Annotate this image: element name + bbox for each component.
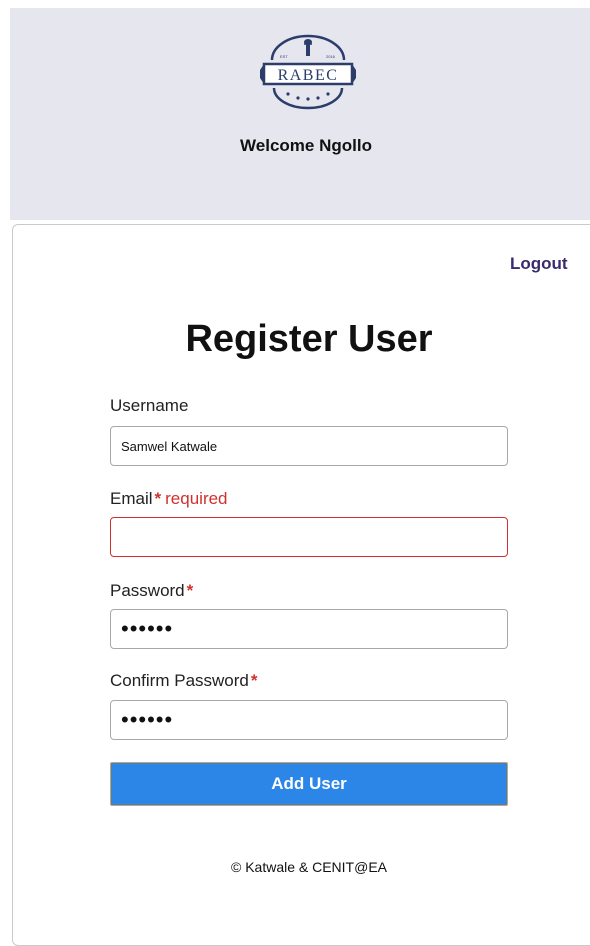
email-error-text: required	[165, 489, 228, 508]
add-user-button[interactable]: Add User	[110, 762, 508, 806]
svg-text:EST: EST	[280, 54, 288, 59]
username-input[interactable]	[110, 426, 508, 466]
footer-copyright: © Katwale & CENIT@EA	[230, 859, 388, 875]
password-input[interactable]	[110, 609, 508, 649]
svg-text:2016: 2016	[326, 54, 336, 59]
logo-text: RABEC	[278, 67, 339, 84]
confirm-password-input[interactable]	[110, 700, 508, 740]
welcome-text: Welcome Ngollo	[240, 136, 372, 155]
password-label: Password *	[110, 581, 194, 600]
confirm-password-label: Confirm Password *	[110, 671, 258, 690]
rabec-logo: EST 2016 RABEC	[260, 34, 356, 110]
logout-link[interactable]: Logout	[510, 254, 568, 274]
password-required-marker: *	[186, 581, 194, 600]
email-input[interactable]	[110, 517, 508, 557]
email-label: Email * required	[110, 489, 228, 508]
page-title: Register User	[185, 318, 433, 360]
username-label: Username	[110, 396, 189, 415]
confirm-password-required-marker: *	[250, 671, 258, 690]
email-required-marker: *	[154, 489, 162, 508]
